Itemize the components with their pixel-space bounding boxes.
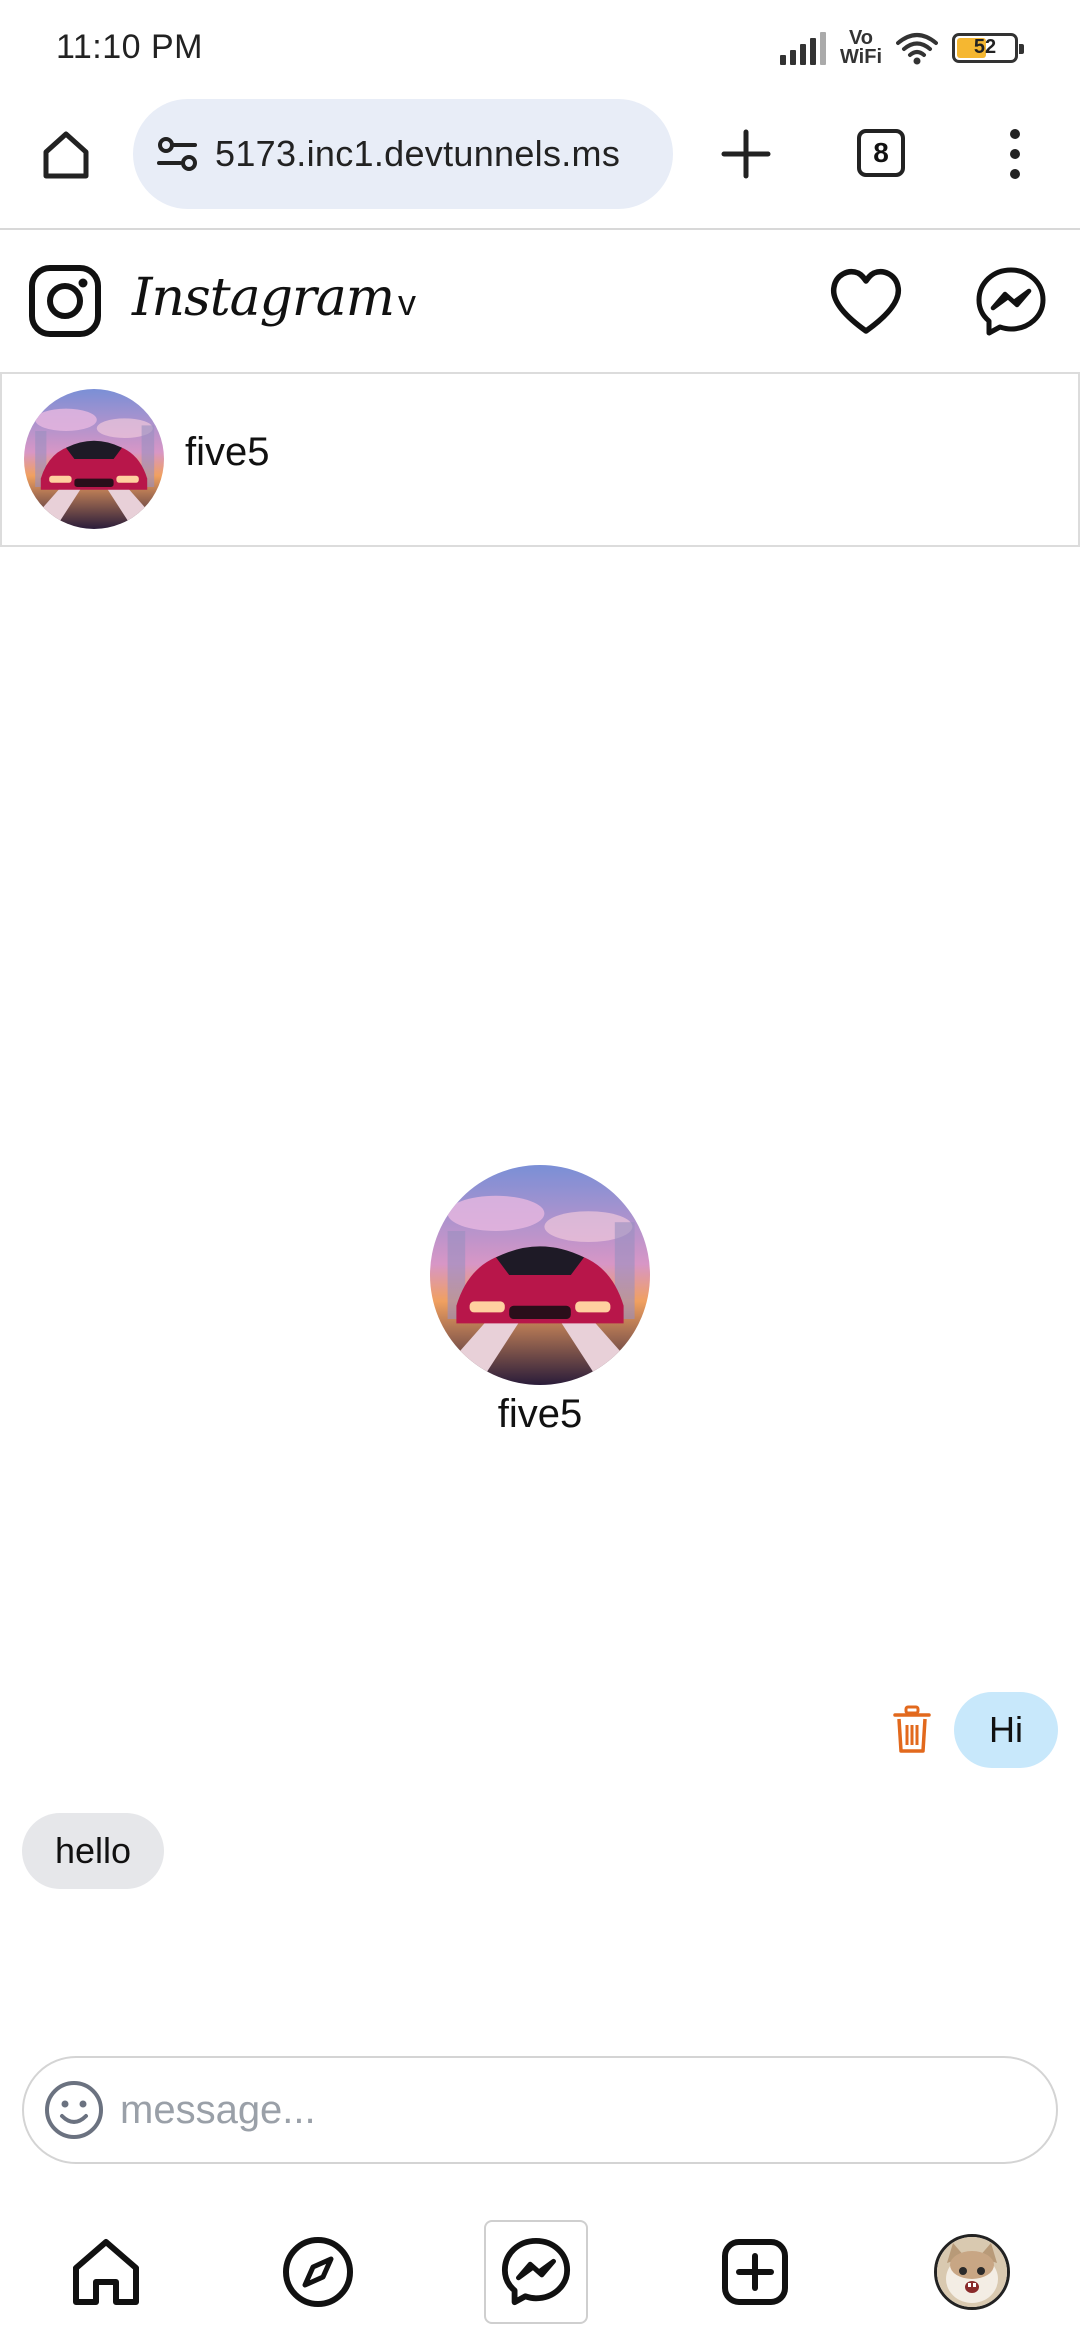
site-settings-icon[interactable] (153, 129, 203, 179)
app-header: Instagram v (0, 232, 1080, 372)
vowifi-label: Vo WiFi (839, 26, 882, 68)
wifi-icon (896, 32, 938, 64)
account-switch-caret[interactable]: v (398, 282, 416, 324)
nav-create[interactable] (703, 2220, 807, 2324)
home-icon (43, 131, 89, 179)
avatar (934, 2234, 1010, 2310)
status-icons: Vo WiFi 52 (779, 26, 1024, 68)
conversation-profile-name[interactable]: five5 (0, 1392, 1080, 1437)
car-avatar-image (24, 389, 164, 529)
battery-icon: 52 (952, 32, 1024, 63)
outgoing-message-row: Hi (892, 1692, 1058, 1768)
nav-home[interactable] (54, 2220, 158, 2324)
conversation-avatar[interactable] (430, 1165, 650, 1385)
heart-icon[interactable] (828, 267, 904, 337)
messenger-icon (501, 2237, 571, 2306)
url-bar[interactable]: 5173.inc1.devtunnels.ms (133, 99, 673, 209)
new-tab-plus-icon (721, 129, 771, 179)
chat-header[interactable]: five5 (0, 372, 1080, 547)
brand-wordmark[interactable]: Instagram (132, 268, 395, 328)
signal-icon (779, 31, 826, 65)
chat-username[interactable]: five5 (185, 430, 270, 475)
url-text: 5173.inc1.devtunnels.ms (215, 133, 621, 174)
browser-toolbar: 5173.inc1.devtunnels.ms 8 (0, 95, 1080, 230)
car-avatar-image (430, 1165, 650, 1385)
incoming-message-bubble[interactable]: hello (22, 1813, 165, 1889)
outgoing-message-bubble[interactable]: Hi (954, 1692, 1058, 1768)
avatar[interactable] (24, 389, 164, 529)
tabs-button[interactable]: 8 (857, 129, 905, 177)
new-tab-button[interactable] (714, 122, 778, 186)
tab-count: 8 (873, 137, 889, 168)
instagram-logo-icon[interactable] (28, 264, 102, 338)
message-composer (22, 2056, 1058, 2164)
create-post-icon (722, 2239, 788, 2305)
cat-avatar-image (937, 2237, 1007, 2307)
battery-percent: 52 (973, 36, 997, 58)
nav-explore[interactable] (266, 2220, 370, 2324)
emoji-icon[interactable] (42, 2078, 106, 2142)
messenger-icon[interactable] (974, 265, 1048, 339)
status-bar: 11:10 PM Vo WiFi 52 (0, 0, 1080, 95)
home-icon (73, 2239, 139, 2305)
message-input[interactable] (120, 2087, 1020, 2133)
more-menu-icon[interactable] (998, 122, 1032, 186)
status-time: 11:10 PM (56, 28, 204, 66)
nav-profile[interactable] (920, 2220, 1024, 2324)
nav-messages[interactable] (484, 2220, 588, 2324)
browser-home-button[interactable] (34, 122, 98, 186)
trash-icon[interactable] (892, 1705, 932, 1755)
compass-icon (283, 2237, 353, 2307)
bottom-nav (0, 2200, 1080, 2340)
